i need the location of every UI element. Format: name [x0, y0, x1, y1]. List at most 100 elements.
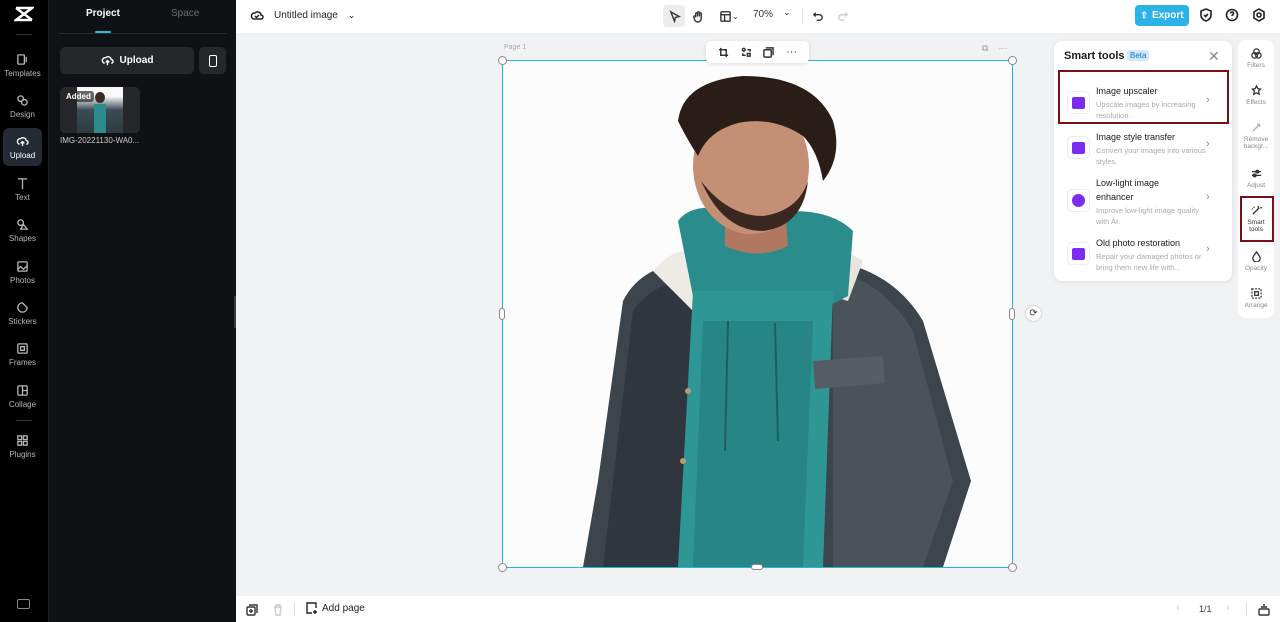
media-thumbnail[interactable]: Added — [60, 87, 140, 133]
tab-space[interactable]: Space — [171, 8, 199, 19]
hand-tool-button[interactable] — [687, 5, 709, 27]
duplicate-page-icon[interactable]: ⧉ — [982, 43, 988, 54]
phone-icon — [208, 54, 217, 67]
plugins-icon — [16, 433, 30, 447]
zoom-chevron-down-icon[interactable]: ⌄ — [783, 7, 791, 18]
templates-icon — [16, 52, 30, 66]
hand-icon — [692, 10, 702, 23]
upload-button[interactable]: Upload — [60, 47, 194, 74]
capcut-logo-icon[interactable] — [12, 4, 36, 28]
add-page-button[interactable]: Add page — [306, 602, 365, 614]
resize-handle-bottom[interactable] — [751, 564, 763, 570]
keyboard-shortcuts-icon[interactable] — [17, 599, 30, 609]
rail-item-photos[interactable]: Photos — [3, 253, 42, 291]
resize-handle-top-left[interactable] — [498, 56, 507, 65]
rail-item-filters[interactable]: Filters — [1238, 48, 1274, 69]
settings-icon[interactable] — [1252, 8, 1266, 22]
panel-tabs: Project Space — [59, 0, 227, 34]
opacity-icon — [1251, 251, 1261, 262]
chevron-down-icon: ⌄ — [347, 9, 356, 20]
zoom-level[interactable]: 70% — [753, 9, 773, 20]
rail-item-plugins[interactable]: Plugins — [3, 427, 42, 465]
tool-low-light-enhancer[interactable]: Low-light image enhancer Improve low-lig… — [1058, 175, 1228, 229]
redo-button[interactable] — [831, 5, 853, 27]
redo-icon — [837, 11, 848, 21]
export-button[interactable]: ⇧ Export — [1135, 5, 1189, 26]
export-icon: ⇧ — [1140, 10, 1148, 20]
moon-icon — [1067, 189, 1090, 212]
undo-icon — [812, 11, 823, 21]
close-icon[interactable]: ✕ — [1208, 48, 1220, 65]
resize-handle-right[interactable] — [1009, 308, 1015, 320]
beta-badge: Beta — [1127, 50, 1150, 61]
pointer-icon — [668, 9, 681, 23]
tab-project[interactable]: Project — [86, 8, 120, 19]
rail-item-adjust[interactable]: Adjust — [1238, 168, 1274, 189]
selection-frame — [502, 60, 1013, 568]
adjust-icon — [1251, 169, 1261, 178]
page-counter: 1/1 — [1199, 604, 1212, 614]
page-actions: ⧉ ··· — [982, 43, 1007, 54]
page-manager-icon[interactable] — [1258, 603, 1270, 616]
highlight-box-upscaler — [1058, 70, 1229, 124]
rail-item-collage[interactable]: Collage — [3, 377, 42, 415]
shield-icon[interactable] — [1199, 8, 1213, 22]
help-icon[interactable] — [1225, 8, 1239, 22]
tool-image-style-transfer[interactable]: Image style transfer Convert your images… — [1058, 129, 1228, 169]
bottom-bar: Add page ‹ 1/1 › — [236, 596, 1280, 622]
rail-item-text[interactable]: Text — [3, 170, 42, 208]
rail-item-templates[interactable]: Templates — [3, 46, 42, 84]
rail-item-frames[interactable]: Frames — [3, 335, 42, 373]
remove-background-icon — [1251, 123, 1261, 132]
upload-cloud-icon — [101, 56, 114, 66]
added-badge: Added — [63, 91, 94, 102]
rail-divider — [16, 420, 32, 421]
page-label: Page 1 — [504, 44, 527, 51]
image-context-toolbar: ··· — [706, 41, 809, 63]
rail-item-design[interactable]: Design — [3, 87, 42, 125]
upload-from-phone-button[interactable] — [199, 47, 226, 74]
undo-button[interactable] — [807, 5, 829, 27]
tool-old-photo-restoration[interactable]: Old photo restoration Repair your damage… — [1058, 235, 1228, 275]
rail-item-stickers[interactable]: Stickers — [3, 294, 42, 332]
resize-handle-top-right[interactable] — [1008, 56, 1017, 65]
rail-item-shapes[interactable]: Shapes — [3, 211, 42, 249]
divider — [294, 602, 295, 616]
add-page-icon — [306, 602, 317, 614]
rail-item-effects[interactable]: Effects — [1238, 85, 1274, 106]
rail-item-opacity[interactable]: Opacity — [1238, 251, 1274, 272]
divider — [802, 9, 803, 23]
prev-page-icon[interactable]: ‹ — [1176, 602, 1180, 614]
crop-icon[interactable] — [717, 46, 730, 59]
filters-icon — [1250, 48, 1262, 59]
layout-dropdown-button[interactable]: ⌄ — [715, 5, 743, 27]
delete-page-icon[interactable] — [272, 603, 284, 616]
chevron-down-icon: ⌄ — [732, 11, 739, 21]
resize-handle-bottom-left[interactable] — [498, 563, 507, 572]
effects-icon — [1250, 85, 1262, 96]
duplicate-icon[interactable] — [762, 46, 775, 59]
upload-cloud-icon — [16, 134, 30, 148]
cloud-saved-icon — [250, 11, 264, 20]
rail-item-upload[interactable]: Upload — [3, 128, 42, 166]
rotate-handle-icon[interactable]: ⟳ — [1026, 306, 1041, 321]
rail-item-arrange[interactable]: Arrange — [1238, 288, 1274, 309]
next-page-icon[interactable]: › — [1226, 602, 1230, 614]
resize-handle-left[interactable] — [499, 308, 505, 320]
more-options-icon[interactable]: ··· — [785, 46, 798, 59]
more-options-icon[interactable]: ··· — [998, 43, 1007, 54]
top-bar: Untitled image ⌄ ⌄ 70% ⌄ ⇧ Export — [236, 0, 1280, 33]
select-tool-button[interactable] — [663, 5, 685, 27]
replace-icon[interactable] — [740, 46, 753, 59]
photo-restoration-icon — [1067, 242, 1090, 265]
highlight-box-smart-tools — [1240, 196, 1274, 242]
text-icon — [16, 176, 30, 190]
arrange-icon — [1250, 288, 1262, 299]
document-title[interactable]: Untitled image ⌄ — [250, 8, 355, 22]
left-rail: Templates Design Upload Text Shapes Phot… — [0, 0, 48, 622]
duplicate-page-icon[interactable] — [246, 603, 258, 616]
chevron-right-icon: › — [1206, 138, 1210, 150]
resize-handle-bottom-right[interactable] — [1008, 563, 1017, 572]
rail-item-remove-background[interactable]: Remove backgr... — [1238, 122, 1274, 150]
stickers-icon — [16, 300, 30, 314]
